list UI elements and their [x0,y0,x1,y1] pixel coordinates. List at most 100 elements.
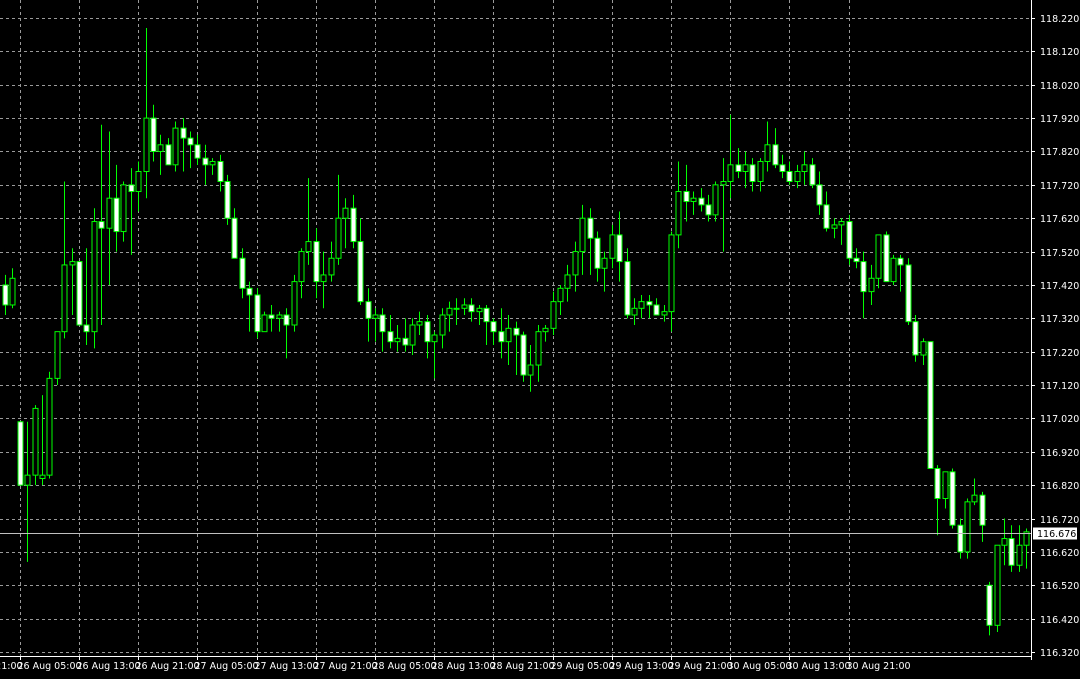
candle [964,498,971,559]
candle-body [564,274,571,289]
candle-body [328,257,335,276]
candle-body [32,407,39,476]
candle-body [305,241,312,253]
candle-body [180,127,187,139]
candle [76,261,83,326]
candle-body [994,544,1001,626]
time-tick-label: 30 Aug 21:00 [847,661,911,672]
candle [883,231,890,283]
candle-body [231,217,238,259]
candle-body [957,524,964,553]
candle-body [964,501,971,553]
candle-body [527,364,534,376]
candle-body [631,307,638,316]
time-tick-label: 28 Aug 21:00 [491,661,555,672]
candle-body [897,257,904,266]
time-tick-label: 30 Aug 05:00 [728,661,792,672]
time-tick-label: 29 Aug 21:00 [669,661,733,672]
candle-body [224,181,231,219]
candle-body [54,331,61,379]
candle-body [98,221,105,229]
candle [46,371,53,479]
candle-body [61,264,68,333]
candle-body [779,164,786,172]
price-tick-label: 116.920 [1040,448,1079,459]
candle-body [860,261,867,293]
candle-body [624,261,631,316]
candle-body [831,224,838,229]
candle-body [661,311,668,316]
candle-body [209,160,216,166]
candle-body [431,334,438,343]
candle-body [128,184,135,193]
candle-body [187,137,194,146]
candle-body [505,327,512,343]
candle-body [365,301,372,319]
candle-body [143,117,150,172]
candle-body [217,160,224,183]
candle [54,331,61,386]
candle-body [587,217,594,239]
price-tick-label: 118.120 [1040,47,1079,58]
candle-body [261,314,268,333]
candle [912,314,919,362]
price-tick-label: 117.120 [1040,381,1079,392]
price-tick-label: 118.020 [1040,81,1079,92]
candle-body [379,314,386,333]
candle-body [1016,544,1023,566]
candle-body [816,184,823,206]
candle-body [17,421,24,486]
candle-body [372,314,379,319]
price-tick-label: 117.920 [1040,114,1079,125]
candle-body [254,294,261,333]
candle-body [809,164,816,186]
candle-body [838,221,845,226]
candle-body [69,261,76,266]
candle-body [979,494,986,526]
candle [32,405,39,486]
candle-body [387,331,394,343]
candle-body [461,304,468,309]
candlestick-chart: 118.220 118.120 118.020 117.920 117.820 117.7… [0,0,1080,679]
candle-body [905,264,912,323]
candle-body [949,471,956,526]
candle-body [986,584,993,626]
time-tick-label: 26 Aug 13:00 [77,661,141,672]
candle-body [268,314,275,319]
candle-body [276,314,283,319]
candle-body [801,164,808,172]
candle-body [409,324,416,346]
candle-body [83,324,90,333]
candle-body [498,331,505,343]
time-tick-label: 27 Aug 13:00 [255,661,319,672]
candle-body [705,204,712,216]
candle-body [157,144,164,152]
price-tick-label: 116.420 [1040,615,1079,626]
candle-body [298,251,305,283]
candle-body [868,277,875,293]
candle-body [135,170,142,193]
candle [291,274,298,332]
time-tick-label: 27 Aug 21:00 [314,661,378,672]
candle-body [668,234,675,313]
candle-body [357,241,364,303]
candle [17,421,24,486]
candle-body [550,301,557,329]
candle-body [579,217,586,253]
price-tick-label: 116.520 [1040,581,1079,592]
candle-body [846,221,853,259]
candle-body [335,217,342,259]
candle [520,331,527,382]
candle-body [794,170,801,183]
candle-body [46,377,53,476]
candle-body [150,117,157,152]
candle-body [313,241,320,283]
price-tick-label: 117.620 [1040,214,1079,225]
candle-body [446,307,453,316]
candle-body [772,144,779,166]
price-tick-label: 117.820 [1040,147,1079,158]
candle-body [194,144,201,159]
candle-body [320,274,327,283]
candle-body [698,197,705,206]
time-tick-label: 28 Aug 05:00 [373,661,437,672]
